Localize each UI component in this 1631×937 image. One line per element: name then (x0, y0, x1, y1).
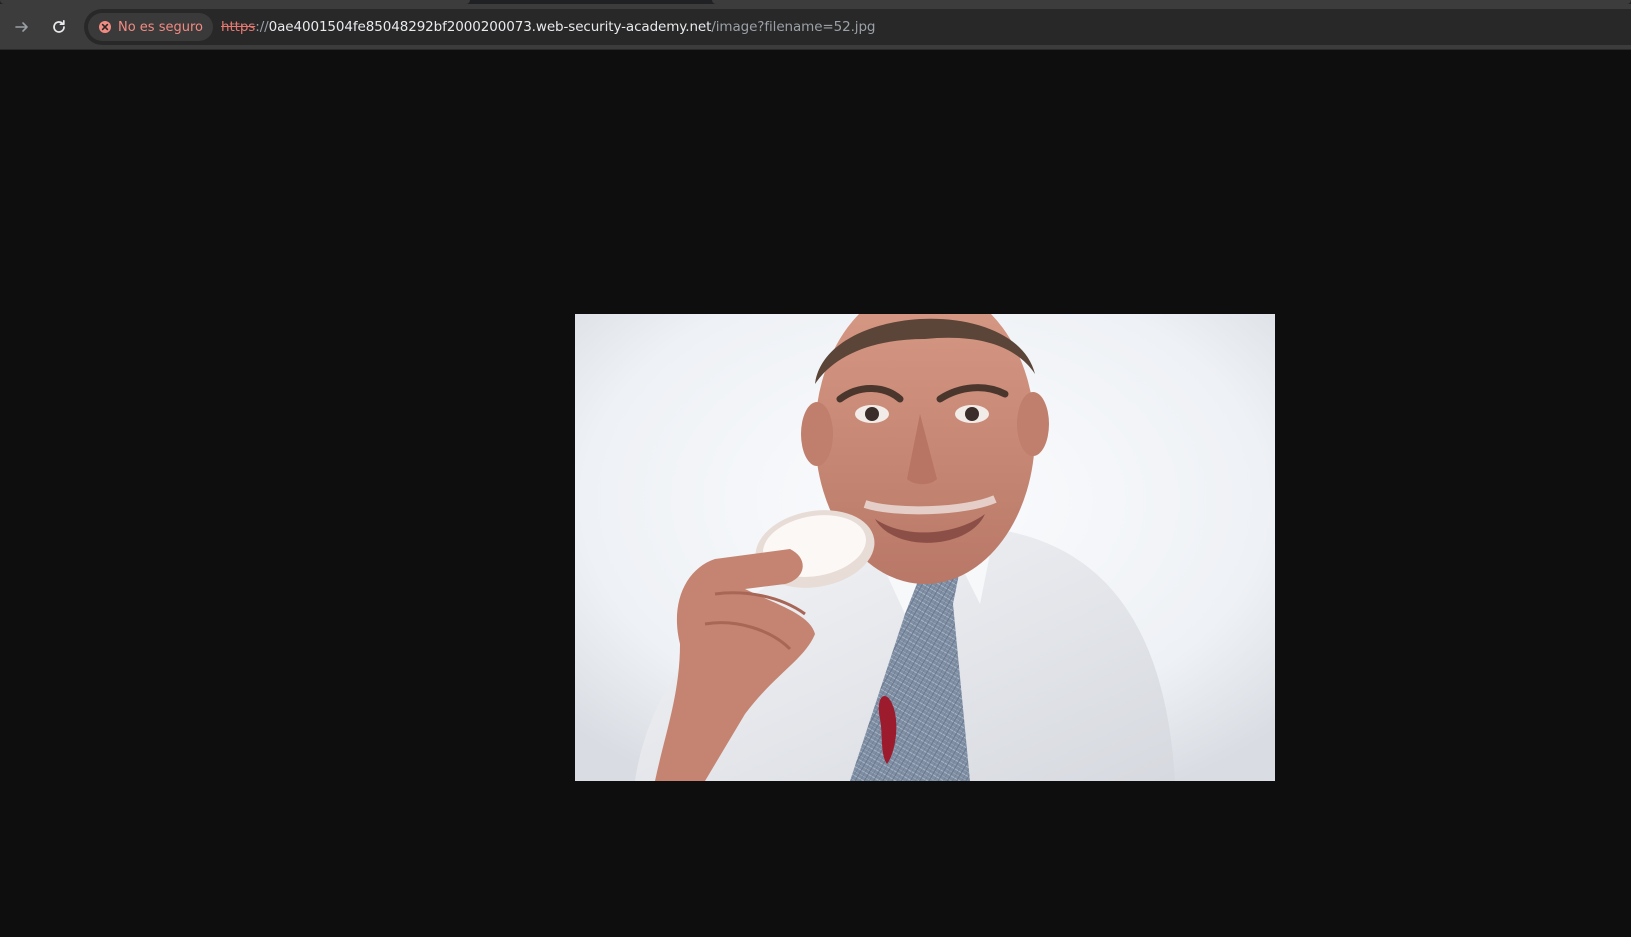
arrow-right-icon (15, 22, 28, 32)
insecure-x-icon (99, 21, 111, 33)
url-separator: :// (255, 19, 269, 35)
address-bar[interactable]: No es seguro https://0ae4001504fe8504829… (84, 9, 1631, 45)
url-host: 0ae4001504fe85048292bf2000200073.web-sec… (268, 19, 712, 35)
forward-button[interactable] (8, 13, 36, 41)
url-path: /image?filename=52.jpg (711, 19, 876, 35)
reload-icon (53, 19, 65, 33)
security-indicator-button[interactable]: No es seguro (88, 13, 213, 41)
url-scheme: https (221, 19, 256, 35)
url-text[interactable]: https://0ae4001504fe85048292bf2000200073… (221, 19, 876, 35)
security-label: No es seguro (118, 19, 203, 35)
reload-button[interactable] (45, 13, 73, 41)
browser-toolbar: No es seguro https://0ae4001504fe8504829… (0, 4, 1631, 50)
page-content (0, 50, 1631, 937)
photo-image (575, 314, 1275, 781)
